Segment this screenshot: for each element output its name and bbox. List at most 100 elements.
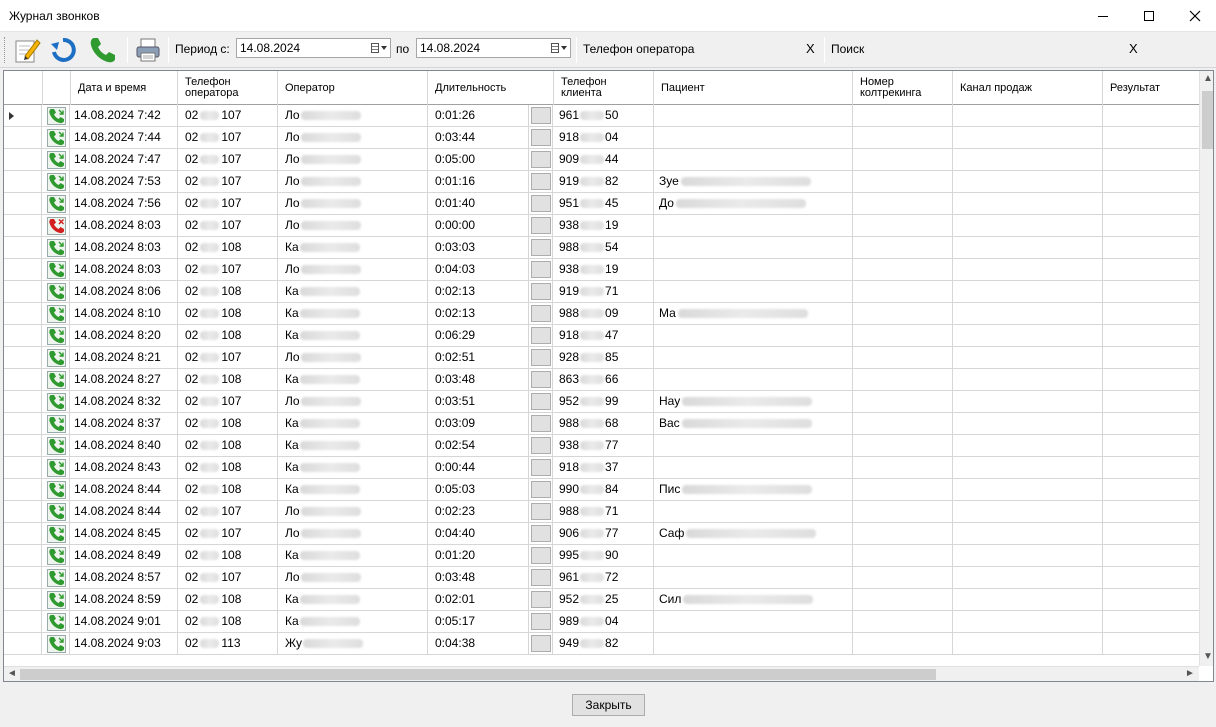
operator-phone-cell[interactable]: 02 107 [178,501,278,522]
table-row[interactable]: 14.08.2024 8:03 02 107 Ло 0:04:03 938 19 [4,259,1199,281]
play-record-button[interactable] [530,327,551,344]
duration-cell[interactable]: 0:05:17 [428,611,529,632]
play-record-button[interactable] [530,151,551,168]
tracking-cell[interactable] [853,237,953,258]
calls-grid[interactable]: Дата и время Телефон оператора Оператор … [3,70,1214,682]
table-row[interactable]: 14.08.2024 8:43 02 108 Ка 0:00:44 918 37 [4,457,1199,479]
play-record-cell[interactable] [529,545,553,566]
patient-cell[interactable]: До [654,193,853,214]
duration-cell[interactable]: 0:05:03 [428,479,529,500]
patient-cell[interactable] [654,259,853,280]
operator-phone-cell[interactable]: 02 108 [178,435,278,456]
play-record-button[interactable] [530,371,551,388]
edit-button[interactable] [10,34,44,66]
operator-phone-cell[interactable]: 02 113 [178,633,278,654]
row-header[interactable] [4,171,42,192]
patient-cell[interactable] [654,127,853,148]
patient-cell[interactable]: Вас [654,413,853,434]
duration-cell[interactable]: 0:01:20 [428,545,529,566]
patient-cell[interactable] [654,281,853,302]
channel-cell[interactable] [953,391,1103,412]
result-cell[interactable] [1103,105,1199,126]
result-cell[interactable] [1103,501,1199,522]
channel-cell[interactable] [953,457,1103,478]
datetime-cell[interactable]: 14.08.2024 7:44 [71,127,178,148]
result-cell[interactable] [1103,149,1199,170]
row-header[interactable] [4,523,42,544]
client-phone-cell[interactable]: 919 82 [554,171,654,192]
column-header-patient[interactable]: Пациент [654,71,853,105]
result-cell[interactable] [1103,259,1199,280]
duration-cell[interactable]: 0:02:13 [428,281,529,302]
operator-cell[interactable]: Ка [278,545,428,566]
operator-phone-cell[interactable]: 02 108 [178,369,278,390]
call-type-cell[interactable] [43,171,70,192]
play-record-cell[interactable] [529,391,553,412]
duration-cell[interactable]: 0:04:40 [428,523,529,544]
tracking-cell[interactable] [853,325,953,346]
duration-cell[interactable]: 0:02:13 [428,303,529,324]
patient-cell[interactable]: Саф [654,523,853,544]
channel-cell[interactable] [953,545,1103,566]
result-cell[interactable] [1103,435,1199,456]
table-row[interactable]: 14.08.2024 8:03 02 107 Ло 0:00:00 938 19 [4,215,1199,237]
table-row[interactable]: 14.08.2024 8:32 02 107 Ло 0:03:51 952 99 Нау [4,391,1199,413]
play-record-button[interactable] [530,415,551,432]
datetime-cell[interactable]: 14.08.2024 8:57 [71,567,178,588]
datetime-cell[interactable]: 14.08.2024 8:03 [71,259,178,280]
tracking-cell[interactable] [853,391,953,412]
result-cell[interactable] [1103,589,1199,610]
datetime-cell[interactable]: 14.08.2024 7:47 [71,149,178,170]
result-cell[interactable] [1103,347,1199,368]
play-record-button[interactable] [530,481,551,498]
play-record-cell[interactable] [529,457,553,478]
call-type-cell[interactable] [43,457,70,478]
client-phone-cell[interactable]: 961 72 [554,567,654,588]
patient-cell[interactable] [654,501,853,522]
call-type-cell[interactable] [43,545,70,566]
column-header-duration[interactable]: Длительность [428,71,554,105]
call-type-cell[interactable] [43,435,70,456]
call-type-cell[interactable] [43,413,70,434]
client-phone-cell[interactable]: 919 71 [554,281,654,302]
duration-cell[interactable]: 0:03:51 [428,391,529,412]
play-record-button[interactable] [530,239,551,256]
duration-cell[interactable]: 0:04:03 [428,259,529,280]
client-phone-cell[interactable]: 949 82 [554,633,654,654]
operator-phone-cell[interactable]: 02 107 [178,215,278,236]
patient-cell[interactable] [654,237,853,258]
operator-cell[interactable]: Ло [278,391,428,412]
patient-cell[interactable]: Пис [654,479,853,500]
operator-phone-cell[interactable]: 02 108 [178,413,278,434]
datetime-cell[interactable]: 14.08.2024 8:03 [71,237,178,258]
play-record-cell[interactable] [529,259,553,280]
datetime-cell[interactable]: 14.08.2024 7:53 [71,171,178,192]
play-record-button[interactable] [530,107,551,124]
patient-cell[interactable] [654,435,853,456]
toolbar-grip[interactable] [4,37,7,63]
call-type-cell[interactable] [43,589,70,610]
duration-cell[interactable]: 0:04:38 [428,633,529,654]
result-cell[interactable] [1103,325,1199,346]
operator-phone-cell[interactable]: 02 108 [178,545,278,566]
row-header[interactable] [4,193,42,214]
channel-cell[interactable] [953,369,1103,390]
scroll-down-icon[interactable]: ▼ [1203,651,1213,662]
result-cell[interactable] [1103,413,1199,434]
call-type-cell[interactable] [43,633,70,654]
operator-cell[interactable]: Ка [278,457,428,478]
row-header[interactable] [4,545,42,566]
duration-cell[interactable]: 0:00:44 [428,457,529,478]
datetime-cell[interactable]: 14.08.2024 8:32 [71,391,178,412]
channel-cell[interactable] [953,259,1103,280]
play-record-cell[interactable] [529,303,553,324]
result-cell[interactable] [1103,237,1199,258]
result-cell[interactable] [1103,303,1199,324]
tracking-cell[interactable] [853,457,953,478]
tracking-cell[interactable] [853,633,953,654]
play-record-button[interactable] [530,459,551,476]
play-record-button[interactable] [530,261,551,278]
row-header[interactable] [4,567,42,588]
tracking-cell[interactable] [853,611,953,632]
channel-cell[interactable] [953,633,1103,654]
